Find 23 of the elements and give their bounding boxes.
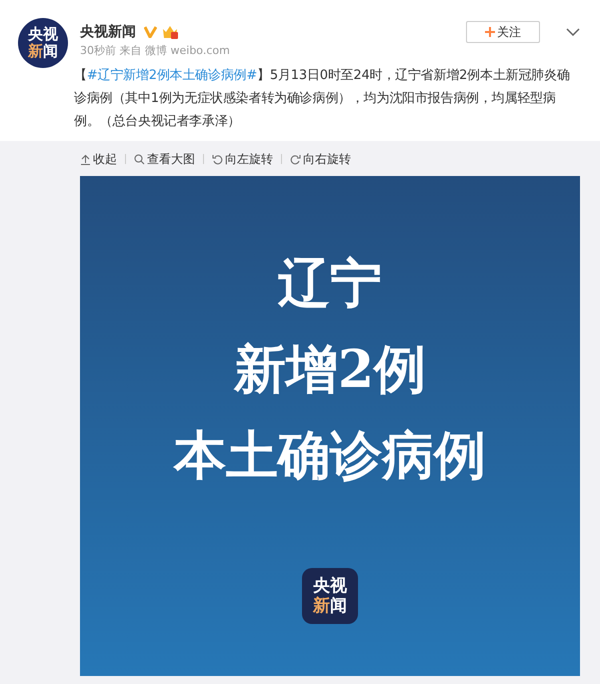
search-icon [134,154,145,164]
image-toolbar-link[interactable]: 向左旋转 [212,150,273,168]
upload-icon [80,154,91,164]
image-headline: 本土确诊病例 [174,424,486,488]
image-toolbar-link[interactable]: 向右旋转 [290,150,351,168]
rotate-right-icon [290,154,301,164]
crown-icon [162,25,178,39]
image-headline: 新增2例 [234,338,426,402]
post-time: 30秒前 [80,44,116,57]
image-toolbar-link[interactable]: 收起 [80,150,117,168]
follow-button[interactable]: 关注 [466,21,540,43]
avatar[interactable]: 央视 新闻 [18,18,68,68]
logo: 央视 新闻 [302,568,358,624]
chevron-down-icon[interactable] [566,28,580,36]
hashtag-link[interactable]: #辽宁新增2例本土确诊病例# [86,68,258,83]
image-toolbar-link[interactable]: 查看大图 [134,150,195,168]
plus-icon [485,27,495,37]
rotate-left-icon [212,154,223,164]
image-headline: 辽宁 [278,252,382,316]
post-image[interactable]: 辽宁 新增2例 本土确诊病例 央视 新闻 [80,176,580,676]
author-name[interactable]: 央视新闻 [80,23,136,41]
post-text: 【#辽宁新增2例本土确诊病例#】5月13日0时至24时，辽宁省新增2例本土新冠肺炎确诊病例（其中1例为无症状感染者转为确诊病例），均为沈阳市报告病例，均属轻型病例。（总台央视记者李承泽） [74,67,571,131]
post-source: 来自 微博 weibo.com [120,44,230,57]
